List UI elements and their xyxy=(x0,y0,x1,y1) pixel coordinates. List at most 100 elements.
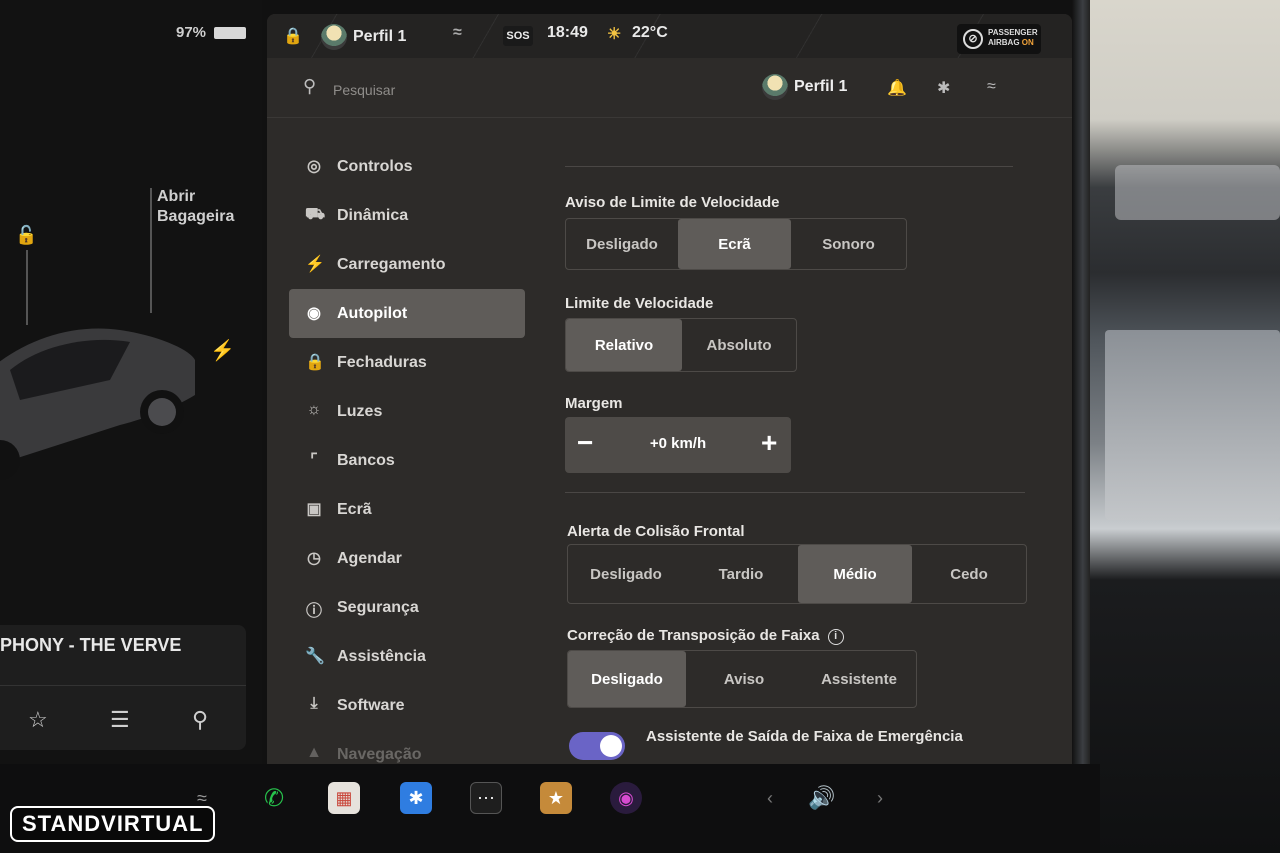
collision-early[interactable]: Cedo xyxy=(912,545,1026,603)
trunk-label-line2: Bagageira xyxy=(157,208,235,225)
more-apps-icon[interactable]: ⋯ xyxy=(470,782,502,814)
trunk-callout-line xyxy=(150,188,152,313)
media-player: PHONY - THE VERVE ☆ ☰ ⚲ xyxy=(0,625,246,750)
status-profile-name: Perfil 1 xyxy=(353,28,407,46)
lane-departure-warning[interactable]: Aviso xyxy=(686,651,802,707)
speed-limit-selector: Relativo Absoluto xyxy=(565,318,797,372)
collision-warning-label: Alerta de Colisão Frontal xyxy=(567,523,745,540)
lock-status-icon[interactable]: 🔒 xyxy=(283,26,303,46)
sidebar-item-ecra[interactable]: ▣ Ecrã xyxy=(289,485,525,534)
sidebar-item-navegacao[interactable]: ▲ Navegação xyxy=(289,730,525,764)
settings-screen: 🔒 Perfil 1 ≈ SOS 18:49 ☀ 22°C ⊘ PASSENGE… xyxy=(267,14,1072,764)
sidebar-item-label: Assistência xyxy=(337,647,426,665)
collision-off[interactable]: Desligado xyxy=(568,545,684,603)
sidebar-item-label: Luzes xyxy=(337,402,383,420)
lane-departure-off[interactable]: Desligado xyxy=(568,651,686,707)
sidebar-item-seguranca[interactable]: ⓘ Segurança xyxy=(289,583,525,632)
sidebar-item-label: Bancos xyxy=(337,451,395,469)
status-profile[interactable]: Perfil 1 xyxy=(321,24,406,50)
airbag-line1: PASSENGER xyxy=(988,28,1038,37)
airbag-state: ON xyxy=(1021,38,1034,47)
phone-icon[interactable]: ✆ xyxy=(258,782,290,814)
bluetooth-icon[interactable]: ✱ xyxy=(937,78,950,98)
sidebar-item-label: Agendar xyxy=(337,549,402,567)
sidebar-item-dinamica[interactable]: ⛟ Dinâmica xyxy=(289,191,525,240)
calendar-icon[interactable]: ▦ xyxy=(328,782,360,814)
avatar xyxy=(762,74,788,100)
chevron-left-icon[interactable]: ‹ xyxy=(754,782,786,814)
alert-icon: ⓘ xyxy=(305,603,322,620)
lane-departure-label-text: Correção de Transposição de Faixa xyxy=(567,627,820,644)
sidebar-item-carregamento[interactable]: ⚡ Carregamento xyxy=(289,240,525,289)
lane-departure-selector: Desligado Aviso Assistente xyxy=(567,650,917,708)
bluetooth-app-icon[interactable]: ✱ xyxy=(400,782,432,814)
sidebar-item-luzes[interactable]: ☼ Luzes xyxy=(289,387,525,436)
header-profile[interactable]: Perfil 1 xyxy=(762,74,847,100)
emergency-lane-label: Assistente de Saída de Faixa de Emergênc… xyxy=(646,728,963,745)
passenger-airbag-indicator: ⊘ PASSENGER AIRBAG ON xyxy=(957,24,1041,54)
battery-icon xyxy=(214,26,247,39)
sidebar-item-label: Navegação xyxy=(337,745,422,763)
open-trunk-button[interactable]: Abrir Bagageira xyxy=(157,187,234,227)
sos-button[interactable]: SOS xyxy=(503,26,533,46)
wifi-icon: ≈ xyxy=(453,24,462,41)
star-icon[interactable]: ☆ xyxy=(28,707,48,733)
sun-icon: ☀ xyxy=(607,26,622,43)
sidebar-item-label: Segurança xyxy=(337,598,419,616)
sidebar-item-agendar[interactable]: ◷ Agendar xyxy=(289,534,525,583)
unlock-icon[interactable]: 🔓 xyxy=(15,225,37,246)
media-search-icon[interactable]: ⚲ xyxy=(192,707,208,733)
camera-icon[interactable]: ◉ xyxy=(610,782,642,814)
battery-indicator: 97% xyxy=(176,24,247,41)
trunk-label-line1: Abrir xyxy=(157,188,196,205)
clock-icon: ◷ xyxy=(307,550,321,567)
settings-sidebar: ◎ Controlos ⛟ Dinâmica ⚡ Carregamento ◉ Auto… xyxy=(289,142,525,764)
toybox-icon[interactable]: ★ xyxy=(540,782,572,814)
light-icon: ☼ xyxy=(306,401,322,418)
sidebar-item-label: Autopilot xyxy=(337,304,408,322)
watermark-logo: STANDVIRTUAL xyxy=(10,806,216,842)
sidebar-item-autopilot[interactable]: ◉ Autopilot xyxy=(289,289,525,338)
sidebar-item-label: Dinâmica xyxy=(337,206,409,224)
volume-icon[interactable]: 🔊 xyxy=(806,782,838,814)
collision-medium[interactable]: Médio xyxy=(798,545,912,603)
media-divider xyxy=(0,685,246,686)
speed-warning-selector: Desligado Ecrã Sonoro xyxy=(565,218,907,270)
wifi-icon[interactable]: ≈ xyxy=(987,78,996,96)
search-input[interactable] xyxy=(333,77,633,103)
collision-late[interactable]: Tardio xyxy=(684,545,798,603)
increase-button[interactable]: + xyxy=(761,427,777,459)
emergency-lane-toggle[interactable] xyxy=(569,732,625,760)
display-icon: ▣ xyxy=(306,501,322,518)
lane-departure-assist[interactable]: Assistente xyxy=(802,651,916,707)
car-icon: ⛟ xyxy=(305,206,326,223)
sidebar-item-assistencia[interactable]: 🔧 Assistência xyxy=(289,632,525,681)
divider xyxy=(565,166,1013,167)
margin-value: +0 km/h xyxy=(649,435,707,452)
clock: 18:49 xyxy=(547,24,588,41)
search-icon[interactable]: ⚲ xyxy=(303,76,316,97)
sidebar-item-label: Fechaduras xyxy=(337,353,427,371)
sidebar-item-software[interactable]: ⤓ Software xyxy=(289,681,525,730)
sidebar-item-bancos[interactable]: ⌜ Bancos xyxy=(289,436,525,485)
info-icon[interactable]: i xyxy=(827,629,844,645)
seat-icon: ⌜ xyxy=(310,452,318,469)
speed-limit-absolute[interactable]: Absoluto xyxy=(682,319,796,371)
car-panel: 97% Abrir Bagageira 🔓 ⚡ PHONY - THE VERV… xyxy=(0,0,262,770)
speed-warning-sound[interactable]: Sonoro xyxy=(791,219,906,269)
battery-percent: 97% xyxy=(176,24,207,41)
chevron-right-icon[interactable]: › xyxy=(864,782,896,814)
sidebar-item-controlos[interactable]: ◎ Controlos xyxy=(289,142,525,191)
speed-warning-off[interactable]: Desligado xyxy=(566,219,678,269)
screen-bezel xyxy=(1072,0,1090,853)
air-vent xyxy=(1115,165,1280,220)
sidebar-item-label: Carregamento xyxy=(337,255,446,273)
speed-limit-relative[interactable]: Relativo xyxy=(566,319,682,371)
bell-icon[interactable]: 🔔 xyxy=(887,78,907,98)
equalizer-icon[interactable]: ☰ xyxy=(110,707,130,733)
sidebar-item-fechaduras[interactable]: 🔒 Fechaduras xyxy=(289,338,525,387)
speed-limit-label: Limite de Velocidade xyxy=(565,295,714,312)
wrench-icon: 🔧 xyxy=(305,648,325,665)
status-bar: 🔒 Perfil 1 ≈ SOS 18:49 ☀ 22°C ⊘ PASSENGE… xyxy=(267,14,1072,58)
speed-warning-screen[interactable]: Ecrã xyxy=(678,219,791,269)
